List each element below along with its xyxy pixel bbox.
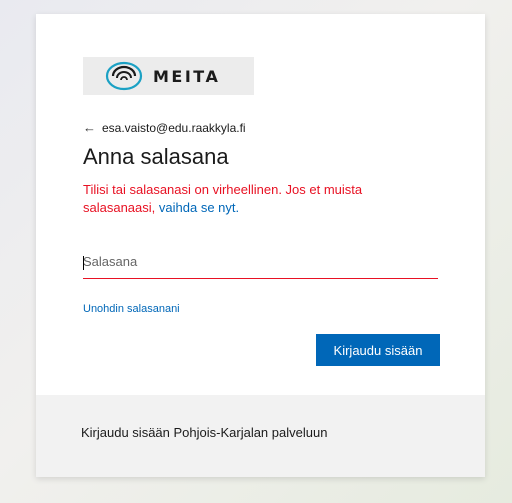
password-input[interactable] <box>83 245 438 279</box>
meita-logo-icon <box>105 61 143 91</box>
sign-in-card: MEITA ← esa.vaisto@edu.raakkyla.fi Anna … <box>36 14 485 477</box>
footer-panel: Kirjaudu sisään Pohjois-Karjalan palvelu… <box>36 395 485 477</box>
text-cursor <box>83 256 84 270</box>
forgot-password-link[interactable]: Unohdin salasanani <box>83 303 180 315</box>
organization-logo: MEITA <box>83 57 254 95</box>
reset-password-link[interactable]: vaihda se nyt. <box>159 200 239 215</box>
page-title: Anna salasana <box>83 144 229 169</box>
sign-in-button[interactable]: Kirjaudu sisään <box>316 334 440 366</box>
account-email: esa.vaisto@edu.raakkyla.fi <box>102 120 246 135</box>
logo-text: MEITA <box>153 67 221 86</box>
back-arrow-icon: ← <box>83 120 96 135</box>
back-to-account-button[interactable]: ← esa.vaisto@edu.raakkyla.fi <box>83 120 246 135</box>
footer-text: Kirjaudu sisään Pohjois-Karjalan palvelu… <box>81 425 328 440</box>
error-message: Tilisi tai salasanasi on virheellinen. J… <box>83 181 413 217</box>
